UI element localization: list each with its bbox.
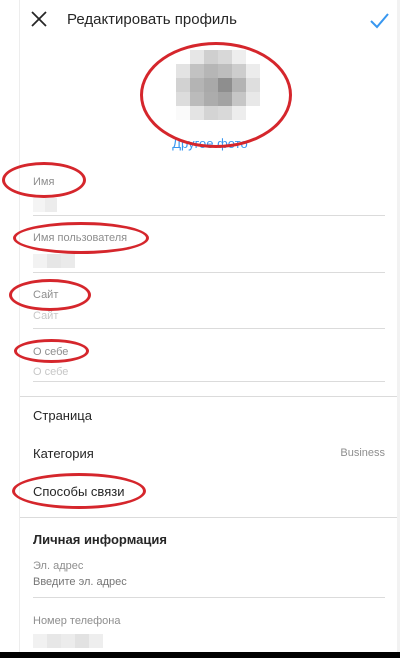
phone-value[interactable]	[33, 632, 103, 648]
redacted-block	[89, 633, 103, 648]
bio-field[interactable]: О себе О себе	[33, 346, 385, 380]
category-value: Business	[340, 447, 385, 459]
bottom-edge	[0, 652, 400, 658]
page-row[interactable]: Страница	[33, 408, 385, 423]
change-photo-link[interactable]: Другое фото	[0, 136, 400, 151]
username-field[interactable]: Имя пользователя	[33, 232, 385, 268]
redacted-block	[33, 254, 47, 268]
redacted-block	[33, 198, 45, 212]
page-label: Страница	[33, 408, 92, 423]
avatar[interactable]	[176, 50, 260, 120]
section-divider	[20, 396, 397, 397]
redacted-block	[61, 633, 75, 648]
website-label: Сайт	[33, 289, 59, 301]
page-title: Редактировать профиль	[67, 11, 237, 28]
phone-label: Номер телефона	[33, 615, 121, 627]
name-value[interactable]	[33, 198, 385, 212]
redacted-block	[33, 633, 47, 648]
redacted-block	[45, 198, 57, 212]
website-input[interactable]: Сайт	[33, 310, 385, 324]
redacted-block	[47, 254, 61, 268]
email-input[interactable]	[33, 576, 333, 588]
top-bar: Редактировать профиль	[0, 0, 400, 40]
email-label: Эл. адрес	[33, 560, 84, 572]
field-divider	[33, 215, 385, 216]
name-label: Имя	[33, 176, 55, 188]
redacted-block	[75, 633, 89, 648]
checkmark-icon	[370, 13, 389, 29]
redacted-block	[61, 254, 75, 268]
bio-label: О себе	[33, 346, 69, 358]
category-label: Категория	[33, 446, 94, 461]
close-icon	[31, 11, 47, 27]
field-divider	[33, 272, 385, 273]
contact-options-row[interactable]: Способы связи	[33, 484, 385, 499]
section-divider	[20, 517, 397, 518]
field-divider	[33, 328, 385, 329]
left-frame-edge	[0, 0, 20, 658]
field-divider	[33, 381, 385, 382]
username-label: Имя пользователя	[33, 232, 128, 244]
username-value[interactable]	[33, 254, 385, 268]
website-field[interactable]: Сайт Сайт	[33, 289, 385, 324]
redacted-block	[47, 633, 61, 648]
bio-input[interactable]: О себе	[33, 366, 385, 380]
name-field[interactable]: Имя	[33, 176, 385, 212]
contact-options-label: Способы связи	[33, 484, 125, 499]
field-divider	[33, 597, 385, 598]
close-button[interactable]	[28, 8, 50, 30]
category-row[interactable]: Категория Business	[33, 446, 385, 461]
personal-info-title: Личная информация	[33, 532, 167, 547]
save-button[interactable]	[368, 9, 390, 31]
